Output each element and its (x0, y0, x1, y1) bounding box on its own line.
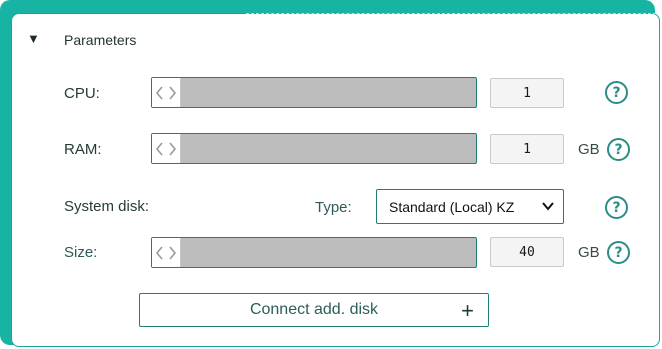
collapse-triangle-icon[interactable]: ▼ (27, 31, 40, 46)
cpu-value-input[interactable]: 1 (490, 78, 564, 108)
slider-handle-arrows-icon[interactable] (152, 134, 181, 163)
plus-icon: + (461, 298, 474, 323)
disk-type-label: Type: (315, 199, 352, 216)
help-circle-icon[interactable]: ? (605, 196, 628, 219)
system-disk-label: System disk: (64, 198, 150, 215)
slider-handle-arrows-icon[interactable] (152, 238, 181, 267)
ram-value-input[interactable]: 1 (490, 134, 564, 164)
disk-size-label: Size: (64, 244, 98, 261)
slider-handle-arrows-icon[interactable] (152, 78, 181, 107)
chevron-down-icon (542, 202, 554, 211)
ram-slider[interactable] (151, 133, 477, 164)
connect-add-disk-button[interactable]: Connect add. disk + (139, 293, 489, 327)
disk-size-value-input[interactable]: 40 (490, 237, 564, 267)
cpu-slider[interactable] (151, 77, 477, 108)
disk-size-unit: GB (578, 244, 600, 261)
help-circle-icon[interactable]: ? (605, 81, 628, 104)
cpu-label: CPU: (64, 85, 100, 102)
ram-label: RAM: (64, 141, 102, 158)
help-circle-icon[interactable]: ? (607, 138, 630, 161)
card-divider (246, 13, 656, 14)
ram-unit: GB (578, 141, 600, 158)
disk-type-select[interactable]: Standard (Local) KZ (376, 189, 564, 224)
disk-type-selected-value: Standard (Local) KZ (389, 198, 515, 215)
section-title[interactable]: Parameters (64, 32, 136, 48)
connect-add-disk-label: Connect add. disk (249, 301, 379, 318)
disk-size-slider[interactable] (151, 237, 477, 268)
help-circle-icon[interactable]: ? (607, 241, 630, 264)
